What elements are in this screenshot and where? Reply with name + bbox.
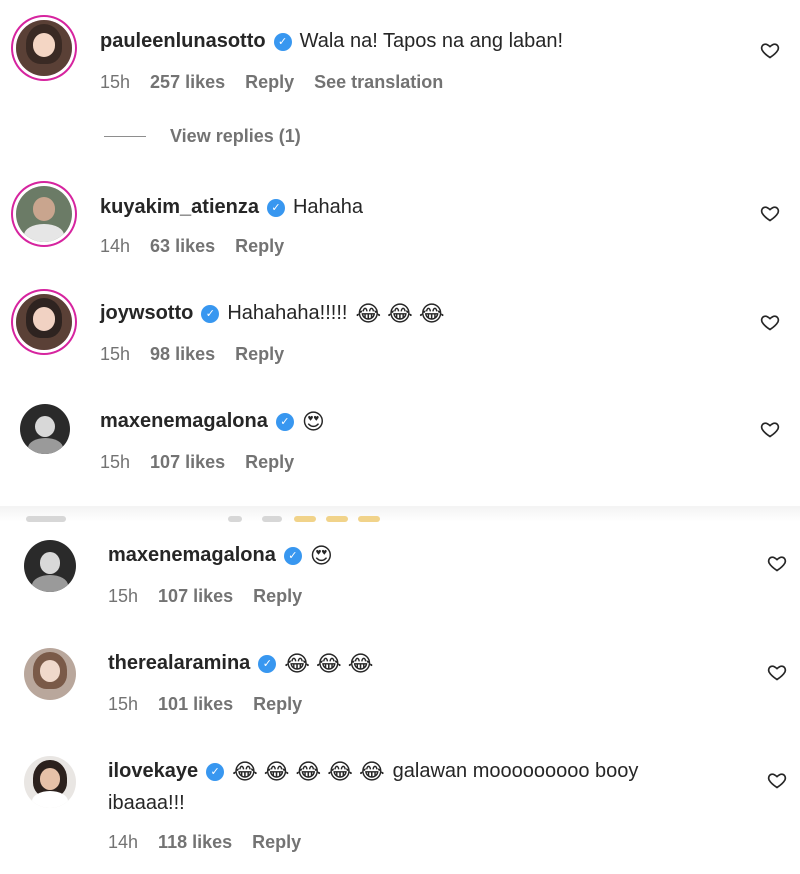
comment-text: Wala na! Tapos na ang laban! <box>299 30 564 52</box>
verified-badge-icon: ✓ <box>275 412 294 431</box>
heart-outline-icon[interactable] <box>760 419 780 439</box>
likes-count[interactable]: 257 likes <box>150 72 225 93</box>
heart-outline-icon[interactable] <box>767 662 787 682</box>
verified-badge-icon: ✓ <box>283 546 302 565</box>
username[interactable]: maxenemagalona <box>100 410 268 433</box>
laughing-emoji: 😂 <box>316 650 342 676</box>
heart-outline-icon[interactable] <box>767 770 787 790</box>
username[interactable]: kuyakim_atienza <box>100 196 259 219</box>
avatar[interactable] <box>16 20 72 76</box>
emoji-group: 😍 <box>301 408 325 434</box>
screenshot-seam <box>0 506 800 522</box>
timestamp[interactable]: 15h <box>108 694 138 715</box>
comment-text: Hahahaha!!!!! <box>227 302 348 324</box>
verified-badge-icon: ✓ <box>201 304 220 323</box>
avatar[interactable] <box>24 540 76 592</box>
verified-badge-icon: ✓ <box>266 198 285 217</box>
laughing-emoji: 😂 <box>358 758 385 784</box>
timestamp[interactable]: 14h <box>108 832 138 853</box>
laughing-emoji: 😂 <box>355 300 382 326</box>
comment-text-continued: ibaaaa!!! <box>108 792 185 814</box>
likes-count[interactable]: 101 likes <box>158 694 233 715</box>
likes-count[interactable]: 107 likes <box>158 586 233 607</box>
view-replies-button[interactable]: View replies (1) <box>104 126 301 147</box>
likes-count[interactable]: 107 likes <box>150 452 225 473</box>
verified-badge-icon: ✓ <box>206 762 225 781</box>
likes-count[interactable]: 118 likes <box>158 832 232 853</box>
laughing-emoji: 😂 <box>295 758 322 784</box>
view-replies-label[interactable]: View replies (1) <box>170 126 301 147</box>
timestamp[interactable]: 15h <box>100 72 130 93</box>
heart-eyes-emoji: 😍 <box>309 542 333 568</box>
avatar[interactable] <box>20 404 70 454</box>
reply-button[interactable]: Reply <box>245 452 294 473</box>
username[interactable]: pauleenlunasotto <box>100 30 266 53</box>
emoji-group: 😂 😂 😂 <box>284 650 374 676</box>
username[interactable]: maxenemagalona <box>108 544 276 567</box>
heart-outline-icon[interactable] <box>760 203 780 223</box>
avatar[interactable] <box>24 756 76 808</box>
laughing-emoji: 😂 <box>232 758 258 784</box>
divider <box>104 136 146 137</box>
timestamp[interactable]: 15h <box>100 452 130 473</box>
emoji-group: 😂 😂 😂 <box>355 300 445 326</box>
heart-outline-icon[interactable] <box>760 312 780 332</box>
heart-outline-icon[interactable] <box>760 40 780 60</box>
heart-eyes-emoji: 😍 <box>301 408 325 434</box>
laughing-emoji: 😂 <box>327 758 353 784</box>
timestamp[interactable]: 14h <box>100 236 130 257</box>
avatar[interactable] <box>24 648 76 700</box>
username[interactable]: ilovekaye <box>108 760 198 783</box>
reply-button[interactable]: Reply <box>235 344 284 365</box>
emoji-group: 😍 <box>309 542 333 568</box>
laughing-emoji: 😂 <box>263 758 290 784</box>
laughing-emoji: 😂 <box>387 300 413 326</box>
comment-text: galawan mooooooooo booy <box>392 760 639 782</box>
reply-button[interactable]: Reply <box>252 832 301 853</box>
verified-badge-icon: ✓ <box>258 654 277 673</box>
timestamp[interactable]: 15h <box>108 586 138 607</box>
reply-button[interactable]: Reply <box>253 586 302 607</box>
comment-text: Hahaha <box>292 196 364 218</box>
emoji-group: 😂 😂 😂 😂 😂 <box>232 758 385 784</box>
likes-count[interactable]: 63 likes <box>150 236 215 257</box>
avatar[interactable] <box>16 294 72 350</box>
likes-count[interactable]: 98 likes <box>150 344 215 365</box>
avatar[interactable] <box>16 186 72 242</box>
reply-button[interactable]: Reply <box>235 236 284 257</box>
username[interactable]: therealaramina <box>108 652 250 675</box>
timestamp[interactable]: 15h <box>100 344 130 365</box>
laughing-emoji: 😂 <box>418 300 445 326</box>
laughing-emoji: 😂 <box>284 650 311 676</box>
verified-badge-icon: ✓ <box>273 32 292 51</box>
heart-outline-icon[interactable] <box>767 553 787 573</box>
laughing-emoji: 😂 <box>347 650 374 676</box>
reply-button[interactable]: Reply <box>245 72 294 93</box>
see-translation-button[interactable]: See translation <box>314 72 443 93</box>
reply-button[interactable]: Reply <box>253 694 302 715</box>
username[interactable]: joywsotto <box>100 302 193 325</box>
